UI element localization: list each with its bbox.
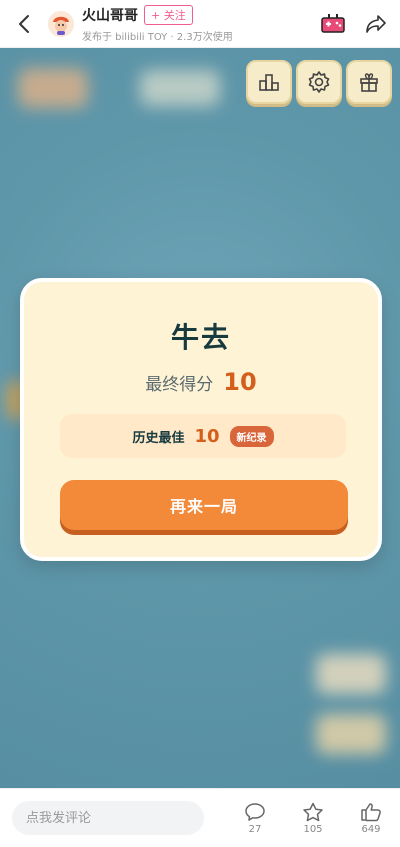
author-info: 火山哥哥 + 关注 发布于 bilibili TOY · 2.3万次使用: [82, 4, 233, 43]
blurred-tile: [316, 714, 386, 754]
gift-icon: [360, 73, 378, 92]
chevron-left-icon: [19, 14, 29, 33]
blurred-tile: [18, 68, 88, 108]
final-score-value: 10: [223, 368, 257, 396]
settings-button[interactable]: [296, 60, 342, 104]
best-score-box: 历史最佳 10 新纪录: [60, 414, 346, 458]
follow-button[interactable]: + 关注: [144, 4, 193, 25]
favorite-count: 105: [303, 823, 323, 835]
like-button[interactable]: 649: [354, 802, 388, 835]
share-button[interactable]: [364, 12, 388, 36]
new-record-badge: 新纪录: [229, 425, 274, 447]
play-again-button[interactable]: 再来一局: [60, 480, 348, 530]
author-avatar[interactable]: [48, 10, 74, 37]
comment-button[interactable]: 27: [238, 802, 272, 835]
publish-info: 发布于 bilibili TOY · 2.3万次使用: [82, 31, 233, 43]
bottom-bar: 27 105 649: [0, 788, 400, 847]
gift-button[interactable]: [346, 60, 392, 104]
avatar-image: [48, 10, 74, 37]
favorite-button[interactable]: 105: [296, 802, 330, 835]
game-console-icon: [321, 13, 345, 33]
game-canvas[interactable]: 牛去 最终得分 10 历史最佳 10 新纪录 再来一局: [0, 48, 400, 788]
leaderboard-button[interactable]: [246, 60, 292, 104]
author-row: 火山哥哥 + 关注: [82, 4, 233, 25]
game-console-button[interactable]: [320, 11, 346, 37]
blurred-tile: [140, 70, 220, 106]
comment-input[interactable]: [12, 801, 204, 835]
footer-actions: 27 105 649: [238, 802, 388, 835]
result-title: 牛去: [170, 321, 231, 354]
final-score-row: 最终得分 10: [24, 368, 378, 396]
leaderboard-icon: [259, 74, 279, 91]
top-header: 火山哥哥 + 关注 发布于 bilibili TOY · 2.3万次使用: [0, 0, 400, 48]
best-score-label: 历史最佳: [132, 430, 185, 446]
comment-icon: [245, 802, 265, 821]
header-actions: [320, 11, 388, 37]
share-icon: [366, 14, 386, 33]
follow-label: + 关注: [151, 8, 186, 22]
best-score-value: 10: [194, 425, 220, 447]
final-score-label: 最终得分: [145, 375, 214, 395]
like-count: 649: [361, 823, 381, 835]
back-button[interactable]: [12, 12, 36, 36]
blurred-tile: [316, 654, 386, 694]
star-icon: [303, 802, 323, 821]
result-card: 牛去 最终得分 10 历史最佳 10 新纪录 再来一局: [20, 278, 382, 561]
thumbs-up-icon: [361, 802, 381, 821]
settings-gear-icon: [308, 71, 330, 93]
comment-count: 27: [248, 823, 262, 835]
author-name[interactable]: 火山哥哥: [82, 5, 138, 25]
app-root: 火山哥哥 + 关注 发布于 bilibili TOY · 2.3万次使用 牛去 …: [0, 0, 400, 847]
